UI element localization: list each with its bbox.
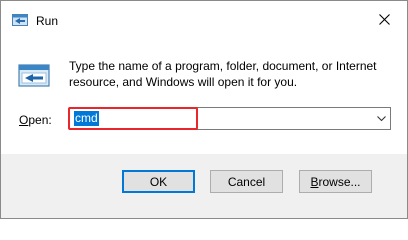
open-combobox[interactable]: cmd bbox=[69, 107, 391, 130]
run-dialog: Run Type the name of a program, folder, … bbox=[0, 0, 408, 219]
close-button[interactable] bbox=[361, 1, 407, 37]
title-bar: Run bbox=[1, 1, 407, 37]
browse-label-rest: rowse... bbox=[318, 174, 361, 189]
button-bar: OK Cancel Browse... bbox=[1, 154, 407, 218]
close-icon bbox=[378, 13, 390, 25]
ok-button[interactable]: OK bbox=[122, 170, 195, 193]
open-label-rest: pen: bbox=[28, 113, 52, 127]
browse-mnemonic: B bbox=[310, 174, 319, 189]
run-app-icon bbox=[12, 14, 28, 26]
open-input[interactable]: cmd bbox=[74, 111, 99, 126]
open-label: Open: bbox=[19, 113, 52, 127]
dropdown-button[interactable] bbox=[372, 108, 390, 129]
chevron-down-icon bbox=[376, 115, 386, 121]
run-icon bbox=[18, 64, 50, 87]
open-label-mnemonic: O bbox=[19, 113, 29, 127]
cancel-button[interactable]: Cancel bbox=[210, 170, 283, 193]
description-text: Type the name of a program, folder, docu… bbox=[69, 59, 377, 89]
window-title: Run bbox=[36, 14, 59, 28]
browse-button[interactable]: Browse... bbox=[299, 170, 372, 193]
